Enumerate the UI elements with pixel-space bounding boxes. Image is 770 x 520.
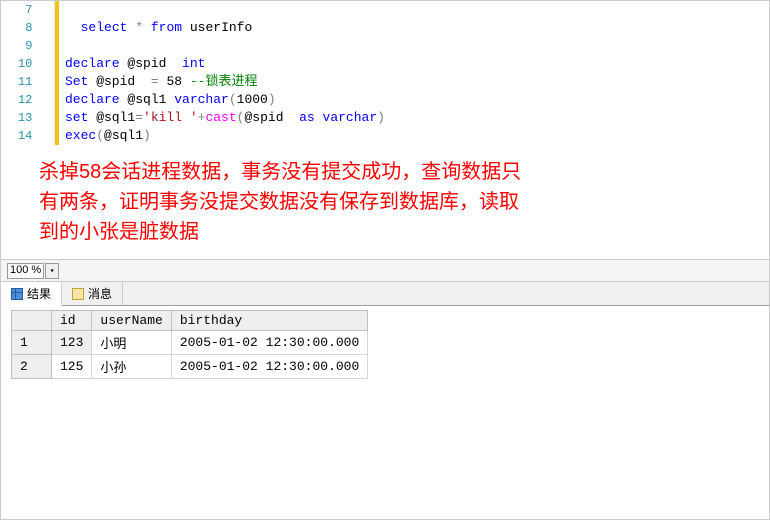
gutter-row: 13 bbox=[1, 109, 54, 127]
cell-id[interactable]: 125 bbox=[52, 355, 92, 379]
col-header-username[interactable]: userName bbox=[92, 311, 171, 331]
code-line[interactable] bbox=[55, 1, 769, 19]
zoom-select[interactable]: 100 % bbox=[7, 263, 44, 279]
change-marker bbox=[55, 73, 59, 91]
code-line[interactable]: set @sql1='kill '+cast(@spid as varchar) bbox=[55, 109, 769, 127]
annotation-line: 到的小张是脏数据 bbox=[39, 217, 769, 247]
code-area[interactable]: select * from userInfo declare @spid intS… bbox=[55, 1, 769, 145]
results-grid[interactable]: id userName birthday 1123小明2005-01-02 12… bbox=[1, 306, 769, 383]
change-marker bbox=[55, 55, 59, 73]
cell-birthday[interactable]: 2005-01-02 12:30:00.000 bbox=[171, 331, 367, 355]
change-marker bbox=[55, 37, 59, 55]
table-row[interactable]: 2125小孙2005-01-02 12:30:00.000 bbox=[12, 355, 368, 379]
cell-username[interactable]: 小孙 bbox=[92, 355, 171, 379]
zoom-bar: 100 % ▾ bbox=[1, 259, 769, 281]
line-number: 9 bbox=[1, 37, 34, 55]
col-header-birthday[interactable]: birthday bbox=[171, 311, 367, 331]
table-header-row: id userName birthday bbox=[12, 311, 368, 331]
message-icon bbox=[72, 288, 84, 300]
annotation-text: 杀掉58会话进程数据，事务没有提交成功，查询数据只 有两条，证明事务没提交数据没… bbox=[1, 145, 769, 259]
tab-results-label: 结果 bbox=[27, 285, 51, 302]
line-number: 11 bbox=[1, 73, 34, 91]
corner-cell bbox=[12, 311, 52, 331]
code-line[interactable]: select * from userInfo bbox=[55, 19, 769, 37]
code-editor[interactable]: 7891011121314 select * from userInfo decl… bbox=[1, 1, 769, 145]
col-header-id[interactable]: id bbox=[52, 311, 92, 331]
row-index[interactable]: 2 bbox=[12, 355, 52, 379]
cell-id[interactable]: 123 bbox=[52, 331, 92, 355]
line-number: 13 bbox=[1, 109, 34, 127]
line-number: 7 bbox=[1, 1, 34, 19]
line-number: 10 bbox=[1, 55, 34, 73]
gutter-row: 8 bbox=[1, 19, 54, 37]
tab-results[interactable]: 结果 bbox=[1, 282, 62, 306]
zoom-dropdown-icon[interactable]: ▾ bbox=[45, 263, 59, 279]
change-marker bbox=[55, 91, 59, 109]
code-line[interactable]: Set @spid = 58 --锁表进程 bbox=[55, 73, 769, 91]
change-marker bbox=[55, 1, 59, 19]
change-marker bbox=[55, 109, 59, 127]
annotation-line: 有两条，证明事务没提交数据没有保存到数据库，读取 bbox=[39, 187, 769, 217]
line-number: 14 bbox=[1, 127, 34, 145]
tab-messages[interactable]: 消息 bbox=[62, 282, 123, 305]
annotation-line: 杀掉58会话进程数据，事务没有提交成功，查询数据只 bbox=[39, 157, 769, 187]
code-line[interactable]: declare @sql1 varchar(1000) bbox=[55, 91, 769, 109]
table-row[interactable]: 1123小明2005-01-02 12:30:00.000 bbox=[12, 331, 368, 355]
change-marker bbox=[55, 19, 59, 37]
code-line[interactable] bbox=[55, 37, 769, 55]
results-tabs: 结果 消息 bbox=[1, 281, 769, 306]
gutter-row: 11 bbox=[1, 73, 54, 91]
cell-username[interactable]: 小明 bbox=[92, 331, 171, 355]
code-line[interactable]: exec(@sql1) bbox=[55, 127, 769, 145]
gutter-row: 14 bbox=[1, 127, 54, 145]
change-marker bbox=[55, 127, 59, 145]
line-number: 8 bbox=[1, 19, 34, 37]
results-table[interactable]: id userName birthday 1123小明2005-01-02 12… bbox=[11, 310, 368, 379]
gutter-row: 10 bbox=[1, 55, 54, 73]
grid-icon bbox=[11, 288, 23, 300]
gutter-row: 7 bbox=[1, 1, 54, 19]
cell-birthday[interactable]: 2005-01-02 12:30:00.000 bbox=[171, 355, 367, 379]
gutter: 7891011121314 bbox=[1, 1, 55, 145]
tab-messages-label: 消息 bbox=[88, 285, 112, 302]
line-number: 12 bbox=[1, 91, 34, 109]
gutter-row: 12 bbox=[1, 91, 54, 109]
code-line[interactable]: declare @spid int bbox=[55, 55, 769, 73]
row-index[interactable]: 1 bbox=[12, 331, 52, 355]
gutter-row: 9 bbox=[1, 37, 54, 55]
